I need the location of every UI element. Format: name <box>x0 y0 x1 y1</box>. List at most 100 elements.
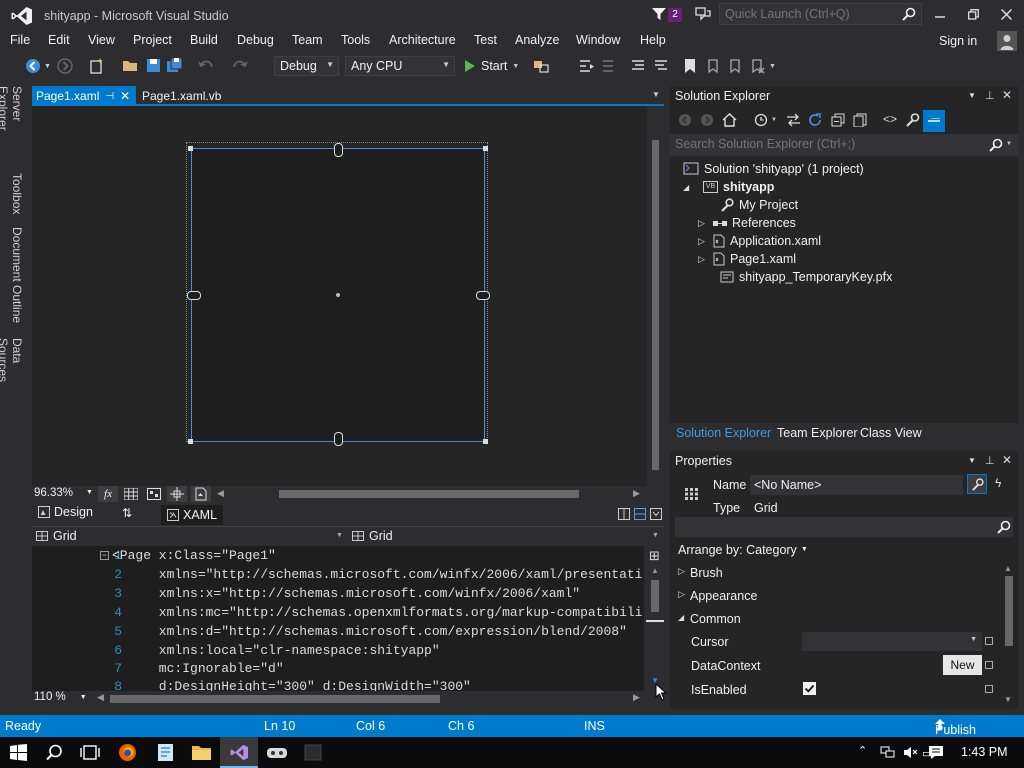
resize-handle-top[interactable] <box>334 143 343 157</box>
prev-bookmark-icon[interactable] <box>704 57 722 75</box>
code-line[interactable]: d:DesignHeight="300" d:DesignWidth="300" <box>112 679 471 691</box>
collapse-pane-icon[interactable] <box>650 508 662 520</box>
refresh-icon[interactable] <box>808 113 823 127</box>
menu-debug[interactable]: Debug <box>237 33 274 47</box>
chevron-down-icon[interactable]: ▼ <box>968 456 976 465</box>
search-icon[interactable] <box>902 7 916 21</box>
firefox-icon[interactable] <box>118 743 137 762</box>
speaker-muted-icon[interactable] <box>903 746 918 759</box>
menu-file[interactable]: File <box>10 33 30 47</box>
cursor-dropdown[interactable]: ▼ <box>802 632 982 651</box>
next-bookmark-icon[interactable] <box>726 57 744 75</box>
windows-start-icon[interactable] <box>10 744 27 761</box>
advanced-options-marker[interactable] <box>985 661 993 669</box>
clear-bookmarks-icon[interactable] <box>748 57 766 75</box>
resize-handle-left[interactable] <box>187 291 201 300</box>
collapsed-arrow-icon[interactable]: ▷ <box>698 254 708 265</box>
code-line[interactable]: xmlns:local="clr-namespace:shityapp" <box>112 643 440 658</box>
corner-handle-bl[interactable] <box>188 439 193 444</box>
user-avatar-icon[interactable] <box>997 31 1017 51</box>
scroll-right-icon[interactable]: ▶ <box>633 692 640 703</box>
collapsed-arrow-icon[interactable]: ▷ <box>698 218 708 229</box>
arrange-by-dropdown[interactable]: Arrange by: Category ▼ <box>678 543 808 557</box>
corner-handle-tr[interactable] <box>483 146 488 151</box>
forward-icon[interactable] <box>700 113 714 127</box>
file-explorer-icon[interactable] <box>192 744 211 760</box>
corner-handle-tl[interactable] <box>188 146 193 151</box>
menu-tools[interactable]: Tools <box>341 33 370 47</box>
category-common[interactable]: Common <box>690 612 741 626</box>
menu-view[interactable]: View <box>88 33 115 47</box>
split-editor-icon[interactable]: ⊞ <box>649 548 660 564</box>
back-icon[interactable] <box>678 113 692 127</box>
menu-project[interactable]: Project <box>133 33 172 47</box>
forward-icon[interactable] <box>56 57 74 75</box>
collapse-all-icon[interactable] <box>831 113 846 127</box>
vertical-split-icon[interactable] <box>618 508 630 520</box>
tab-document-outline[interactable]: Document Outline <box>6 227 24 330</box>
scroll-down-icon[interactable]: ▼ <box>1004 695 1012 704</box>
code-line[interactable]: xmlns:d="http://schemas.microsoft.com/ex… <box>112 624 627 639</box>
action-center-icon[interactable] <box>928 745 944 760</box>
events-view-icon[interactable]: ϟ <box>995 476 1001 490</box>
name-field[interactable]: <No Name> <box>750 475 963 495</box>
comment-lines-icon[interactable] <box>629 57 647 75</box>
horizontal-split-icon[interactable] <box>634 508 646 520</box>
scroll-up-icon[interactable]: ▲ <box>1004 564 1012 573</box>
code-line[interactable]: <Page x:Class="Page1" <box>112 548 276 563</box>
tree-item-references[interactable]: ▷ References <box>698 216 796 230</box>
menu-analyze[interactable]: Analyze <box>515 33 559 47</box>
bookmark-icon[interactable] <box>681 57 699 75</box>
code-zoom-dropdown[interactable]: 110 % ▼ <box>34 691 94 703</box>
code-line[interactable]: xmlns:mc="http://schemas.openxmlformats.… <box>112 605 643 620</box>
menu-test[interactable]: Test <box>474 33 497 47</box>
network-icon[interactable] <box>880 746 895 759</box>
quick-launch-box[interactable] <box>719 3 922 25</box>
new-datacontext-button[interactable]: New <box>943 655 982 675</box>
chevron-down-icon[interactable]: ▼ <box>968 91 976 100</box>
close-button[interactable] <box>990 2 1022 26</box>
save-icon[interactable] <box>145 57 163 75</box>
corner-handle-br[interactable] <box>483 439 488 444</box>
notification-badge[interactable]: 2 <box>668 8 682 22</box>
show-all-files-icon[interactable] <box>853 113 868 127</box>
advanced-options-marker[interactable] <box>985 637 993 645</box>
toolbar-overflow-icon[interactable]: ▼ <box>769 63 776 70</box>
breadcrumb-left[interactable]: Grid <box>36 529 346 543</box>
scrollbar-thumb[interactable] <box>110 695 440 703</box>
quick-launch-input[interactable] <box>725 6 895 22</box>
save-all-icon[interactable] <box>166 57 184 75</box>
menu-window[interactable]: Window <box>576 33 620 47</box>
collapsed-arrow-icon[interactable]: ▷ <box>678 589 685 600</box>
tree-item-project[interactable]: ◢ VB shityapp <box>683 180 774 194</box>
close-panel-icon[interactable]: ✕ <box>1002 88 1012 102</box>
menu-architecture[interactable]: Architecture <box>389 33 456 47</box>
grid-icon[interactable] <box>124 488 138 500</box>
scroll-right-icon[interactable]: ▶ <box>633 488 640 499</box>
browser-link-icon[interactable] <box>532 57 550 75</box>
xaml-code-editor[interactable]: − 1 2 3 4 5 6 7 8 <Page x:Class="Page1" … <box>32 546 644 691</box>
chevron-down-icon[interactable]: ▼ <box>652 532 659 539</box>
back-dropdown-icon[interactable]: ▼ <box>44 63 51 70</box>
resize-handle-bottom[interactable] <box>334 432 343 446</box>
view-code-icon[interactable]: <> <box>883 112 897 126</box>
minimize-button[interactable] <box>924 2 956 26</box>
open-folder-icon[interactable] <box>122 57 140 75</box>
isenabled-checkbox[interactable] <box>803 682 816 695</box>
scroll-left-icon[interactable]: ◀ <box>217 488 224 499</box>
solution-platform-dropdown[interactable]: Any CPU ▼ <box>345 56 455 76</box>
taskbar-clock[interactable]: 1:43 PM <box>961 745 1008 759</box>
game-app-icon[interactable] <box>266 745 288 760</box>
solution-explorer-scrollbar[interactable] <box>650 106 664 486</box>
pin-icon[interactable]: ⊣ <box>105 91 114 102</box>
properties-search-box[interactable] <box>675 517 1013 537</box>
snap-lines-icon[interactable] <box>167 486 187 502</box>
undo-icon[interactable] <box>197 57 215 75</box>
code-horizontal-scrollbar[interactable] <box>110 695 630 703</box>
scrollbar-thumb[interactable] <box>651 580 659 612</box>
pin-icon[interactable]: ⊥ <box>985 454 995 467</box>
task-view-icon[interactable] <box>80 744 100 761</box>
close-tab-icon[interactable]: ✕ <box>120 89 130 103</box>
xaml-view-tab[interactable]: XAML <box>161 505 224 525</box>
tree-item-page1-xaml[interactable]: ▷ Page1.xaml <box>698 252 796 266</box>
